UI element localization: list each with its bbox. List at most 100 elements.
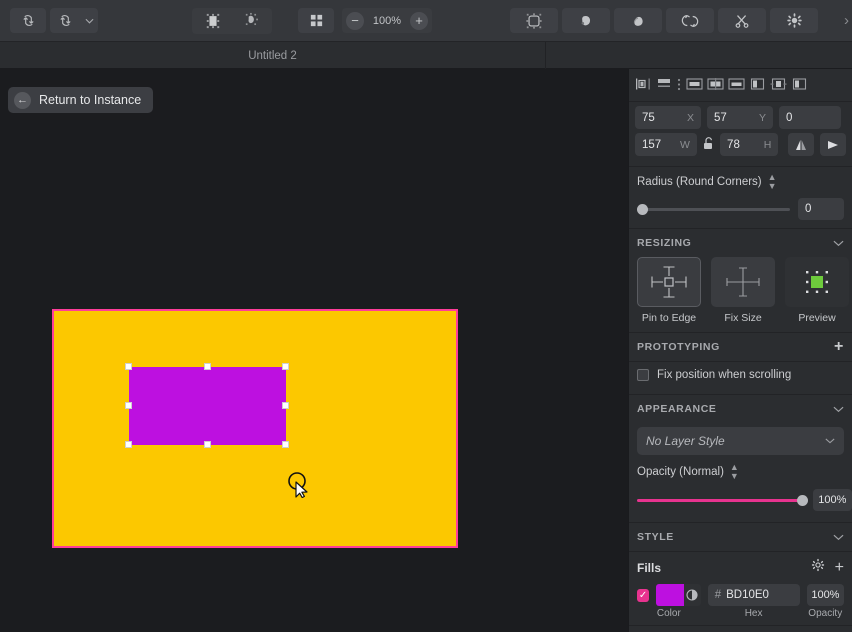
gear-icon <box>811 558 825 572</box>
fills-label: Fills <box>637 561 661 575</box>
handle-top-right[interactable] <box>282 363 289 370</box>
appearance-section-header[interactable]: APPEARANCE <box>629 395 852 423</box>
handle-bottom-right[interactable] <box>282 441 289 448</box>
handle-bottom-center[interactable] <box>204 441 211 448</box>
mask-button[interactable] <box>510 8 558 33</box>
size-row: 157 W 78 H <box>629 133 852 160</box>
subtract-button[interactable] <box>614 8 662 33</box>
fill-opacity-field[interactable]: 100% <box>807 584 844 606</box>
zoom-out-button[interactable]: − <box>346 12 364 30</box>
toolbar-overflow-chevron[interactable]: › <box>844 12 849 29</box>
align-middle-button[interactable] <box>705 75 725 94</box>
style-section-header[interactable]: STYLE <box>629 523 852 551</box>
fill-color-caption: Color <box>637 608 701 619</box>
resize-option-fix-size[interactable]: Fix Size <box>711 257 775 324</box>
canvas-area[interactable]: ← Return to Instance Rectangle <box>0 69 628 632</box>
fill-alpha-toggle[interactable] <box>684 584 701 606</box>
handle-top-center[interactable] <box>204 363 211 370</box>
fill-enabled-checkbox[interactable]: ✓ <box>637 589 649 602</box>
fix-size-box[interactable] <box>711 257 775 307</box>
unlock-icon <box>703 137 714 150</box>
redo-button[interactable] <box>50 13 80 28</box>
align-right-edge-button[interactable] <box>789 75 809 94</box>
opacity-stepper-icon[interactable]: ▲▼ <box>730 463 739 481</box>
align-center-vertical-button[interactable] <box>768 75 788 94</box>
radius-slider-row: 0 <box>637 198 844 220</box>
pin-to-edge-caption: Pin to Edge <box>637 312 701 324</box>
opacity-slider-track[interactable] <box>637 499 806 502</box>
fix-position-checkbox[interactable] <box>637 369 649 381</box>
resizing-section-header[interactable]: RESIZING <box>629 229 852 257</box>
align-bottom-button[interactable] <box>726 75 746 94</box>
resizing-chevron-icon[interactable] <box>833 236 844 250</box>
align-center-horizontal-button[interactable] <box>654 75 674 94</box>
settings-button[interactable] <box>770 8 818 33</box>
flip-horizontal-button[interactable] <box>788 133 814 156</box>
grid-button[interactable] <box>298 8 334 33</box>
fill-opacity-caption: Opacity <box>807 608 844 619</box>
radius-slider-track[interactable] <box>637 208 790 211</box>
align-middle-icon <box>707 77 724 91</box>
half-circle-icon <box>686 589 698 601</box>
opacity-slider-knob[interactable] <box>797 495 808 506</box>
rotate-copies-icon <box>681 12 699 30</box>
select-points-button[interactable] <box>232 10 270 32</box>
align-left-edge-button[interactable] <box>747 75 767 94</box>
union-button[interactable] <box>562 8 610 33</box>
width-field[interactable]: 157 W <box>635 133 697 156</box>
undo-button[interactable] <box>10 8 46 33</box>
opacity-value-field[interactable]: 100% <box>813 489 852 511</box>
pin-to-edge-box[interactable] <box>637 257 701 307</box>
handle-top-left[interactable] <box>125 363 132 370</box>
opacity-header: Opacity (Normal) ▲▼ <box>637 463 852 481</box>
handle-middle-right[interactable] <box>282 402 289 409</box>
resizing-options: Pin to Edge Fix Size <box>629 257 852 324</box>
redo-split-button[interactable] <box>50 8 98 33</box>
select-object-button[interactable] <box>194 10 232 32</box>
selected-shape[interactable] <box>129 367 286 445</box>
panel-divider-9 <box>629 625 852 626</box>
radius-stepper-icon[interactable]: ▲▼ <box>768 173 777 191</box>
alignment-divider <box>675 78 683 91</box>
fix-position-row[interactable]: Fix position when scrolling <box>629 362 852 388</box>
x-field[interactable]: 75 X <box>635 106 701 129</box>
flip-vertical-button[interactable] <box>820 133 846 156</box>
align-bottom-icon <box>728 77 745 91</box>
radius-value: 0 <box>805 203 811 215</box>
scissors-button[interactable] <box>718 8 766 33</box>
layer-style-select[interactable]: No Layer Style <box>637 427 844 455</box>
appearance-chevron-icon[interactable] <box>833 402 844 416</box>
height-unit-label: H <box>764 139 772 151</box>
align-left-icon <box>635 77 651 91</box>
mouse-cursor-busy-icon <box>286 470 310 498</box>
align-right-edge-icon <box>792 77 807 91</box>
fills-settings-button[interactable] <box>811 558 825 577</box>
resize-option-preview[interactable]: Preview <box>785 257 849 324</box>
rotate-copies-button[interactable] <box>666 8 714 33</box>
add-fill-button[interactable]: + <box>835 561 844 574</box>
aspect-lock-button[interactable] <box>703 137 714 153</box>
align-left-button[interactable] <box>633 75 653 94</box>
height-field[interactable]: 78 H <box>720 133 778 156</box>
prototyping-section-header[interactable]: PROTOTYPING + <box>629 333 852 361</box>
return-to-instance-button[interactable]: ← Return to Instance <box>8 87 153 113</box>
zoom-in-button[interactable]: + <box>410 12 428 30</box>
radius-slider-knob[interactable] <box>637 204 648 215</box>
align-top-button[interactable] <box>684 75 704 94</box>
y-field[interactable]: 57 Y <box>707 106 773 129</box>
tab-untitled-2[interactable]: Untitled 2 <box>0 42 546 69</box>
handle-middle-left[interactable] <box>125 402 132 409</box>
fill-hex-field[interactable]: # BD10E0 <box>708 584 800 606</box>
resize-option-pin-to-edge[interactable]: Pin to Edge <box>637 257 701 324</box>
fill-color-swatch[interactable] <box>656 584 701 606</box>
zoom-level-value[interactable]: 100% <box>364 15 410 27</box>
style-chevron-icon[interactable] <box>833 530 844 544</box>
x-unit-label: X <box>687 112 694 124</box>
handle-bottom-left[interactable] <box>125 441 132 448</box>
radius-value-field[interactable]: 0 <box>798 198 844 220</box>
prototyping-add-button[interactable]: + <box>834 340 844 354</box>
rotation-field[interactable]: 0 <box>779 106 841 129</box>
preview-box[interactable] <box>785 257 849 307</box>
appearance-title: APPEARANCE <box>637 403 717 415</box>
redo-dropdown-caret[interactable] <box>80 18 98 24</box>
